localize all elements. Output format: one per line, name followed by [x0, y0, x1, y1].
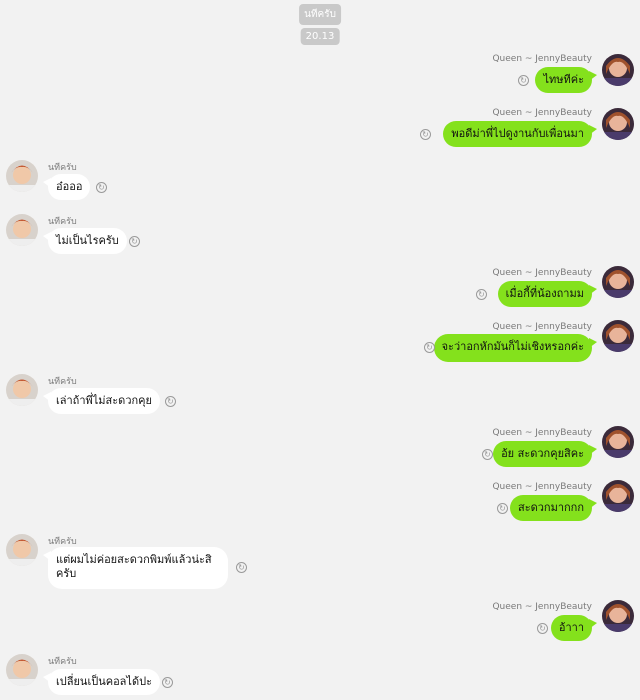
avatar-queen[interactable]: [602, 54, 634, 86]
message-bubble[interactable]: เล่าถ้าพี่ไม่สะดวกคุย: [43, 388, 160, 414]
share-icon[interactable]: ↻: [236, 562, 247, 573]
message-bubble[interactable]: เปลี่ยนเป็นคอลได้ปะ: [43, 669, 160, 695]
sender-name: Queen ~ JennyBeauty: [492, 322, 592, 332]
share-icon[interactable]: ↻: [497, 503, 508, 514]
message-bubble[interactable]: อ้ย สะดวกคุยสิคะ: [493, 441, 597, 467]
message-bubble[interactable]: อ๋อออ: [42, 174, 91, 200]
sender-name: Queen ~ JennyBeauty: [492, 54, 592, 64]
share-icon[interactable]: ↻: [162, 677, 173, 688]
avatar-queen[interactable]: [602, 108, 634, 140]
avatar-nati[interactable]: [6, 160, 38, 192]
time-chip: 20.13: [300, 28, 340, 45]
message-bubble[interactable]: พอดีม่าพี่ไปดูงานกับเพื่อนมา: [443, 121, 597, 147]
share-icon[interactable]: ↻: [424, 342, 435, 353]
sender-name: Queen ~ JennyBeauty: [492, 428, 592, 438]
share-icon[interactable]: ↻: [482, 449, 493, 460]
share-icon[interactable]: ↻: [420, 129, 431, 140]
message-bubble[interactable]: จะว่าอกหักมันก็ไม่เชิงหรอกค่ะ: [433, 334, 598, 362]
share-icon[interactable]: ↻: [96, 182, 107, 193]
message-bubble[interactable]: ไทษทีค่ะ: [535, 67, 597, 93]
sender-name: นทีครับ: [48, 657, 77, 667]
message-bubble[interactable]: เมื่อกี้ที่น้องถามม: [497, 281, 598, 307]
sender-name: Queen ~ JennyBeauty: [492, 108, 592, 118]
share-icon[interactable]: ↻: [537, 623, 548, 634]
message-bubble[interactable]: อ้าาา: [550, 615, 598, 641]
share-icon[interactable]: ↻: [129, 236, 140, 247]
avatar-nati[interactable]: [6, 374, 38, 406]
sender-name: นทีครับ: [48, 217, 77, 227]
avatar-queen[interactable]: [602, 320, 634, 352]
share-icon[interactable]: ↻: [476, 289, 487, 300]
sender-name: นทีครับ: [48, 537, 77, 547]
share-icon[interactable]: ↻: [518, 75, 529, 86]
sender-chip: นทีครับ: [299, 4, 341, 25]
message-bubble[interactable]: แต่ผมไม่ค่อยสะดวกพิมพ์แล้วน่ะสิครับ: [43, 547, 228, 589]
sender-name: นทีครับ: [48, 377, 77, 387]
message-bubble[interactable]: ไม่เป็นไรครับ: [43, 228, 127, 254]
avatar-queen[interactable]: [602, 266, 634, 298]
avatar-queen[interactable]: [602, 426, 634, 458]
sender-name: นทีครับ: [48, 163, 77, 173]
avatar-queen[interactable]: [602, 480, 634, 512]
message-bubble[interactable]: สะดวกมากกก: [509, 495, 598, 521]
avatar-nati[interactable]: [6, 534, 38, 566]
share-icon[interactable]: ↻: [165, 396, 176, 407]
sender-name: Queen ~ JennyBeauty: [492, 268, 592, 278]
sender-name: Queen ~ JennyBeauty: [492, 602, 592, 612]
avatar-nati[interactable]: [6, 654, 38, 686]
sender-name: Queen ~ JennyBeauty: [492, 482, 592, 492]
avatar-queen[interactable]: [602, 600, 634, 632]
avatar-nati[interactable]: [6, 214, 38, 246]
